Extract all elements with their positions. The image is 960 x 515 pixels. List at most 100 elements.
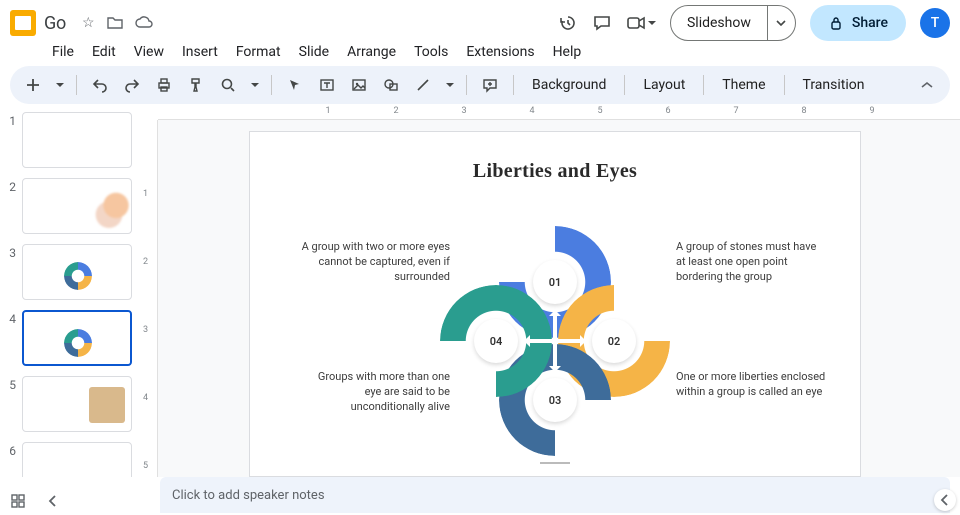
ruler-tick: 5 bbox=[597, 106, 602, 116]
hub-01[interactable]: 01 bbox=[533, 260, 577, 304]
line-dropdown[interactable] bbox=[442, 72, 456, 98]
ruler-tick: 6 bbox=[665, 106, 670, 116]
menu-insert[interactable]: Insert bbox=[174, 42, 226, 62]
caption-bottom-left[interactable]: Groups with more than one eye are said t… bbox=[300, 370, 450, 415]
slide-index: 2 bbox=[6, 178, 16, 234]
slide-thumbnail bbox=[22, 244, 132, 300]
collapse-filmstrip-icon[interactable] bbox=[48, 493, 58, 509]
menu-help[interactable]: Help bbox=[545, 42, 590, 62]
undo-button[interactable] bbox=[87, 72, 113, 98]
comments-icon[interactable] bbox=[592, 13, 612, 33]
menu-bar: File Edit View Insert Format Slide Arran… bbox=[0, 42, 960, 66]
move-icon[interactable] bbox=[107, 15, 123, 31]
redo-button[interactable] bbox=[119, 72, 145, 98]
page-indicator bbox=[540, 462, 570, 464]
diagram[interactable]: 01 02 03 04 bbox=[440, 226, 670, 456]
title-quick-actions: ☆ bbox=[82, 15, 153, 31]
menu-extensions[interactable]: Extensions bbox=[458, 42, 542, 62]
comment-insert-button[interactable] bbox=[477, 72, 503, 98]
menu-file[interactable]: File bbox=[44, 42, 82, 62]
star-icon[interactable]: ☆ bbox=[82, 15, 95, 31]
layout-button[interactable]: Layout bbox=[635, 77, 693, 93]
speaker-notes[interactable]: Click to add speaker notes bbox=[160, 477, 950, 513]
filmstrip-slide-5[interactable]: 5 bbox=[6, 376, 132, 432]
slide-index: 6 bbox=[6, 442, 16, 477]
meet-icon[interactable] bbox=[626, 15, 656, 31]
hub-04[interactable]: 04 bbox=[474, 319, 518, 363]
background-button[interactable]: Background bbox=[524, 77, 614, 93]
filmstrip-slide-1[interactable]: 1 bbox=[6, 112, 132, 168]
menu-view[interactable]: View bbox=[126, 42, 172, 62]
ruler-tick: 3 bbox=[461, 106, 466, 116]
filmstrip-slide-6[interactable]: 6 bbox=[6, 442, 132, 477]
ruler-tick: 4 bbox=[143, 393, 148, 403]
filmstrip: 1 2 3 4 5 6 bbox=[0, 104, 138, 477]
filmstrip-slide-4[interactable]: 4 bbox=[6, 310, 132, 366]
account-avatar[interactable]: T bbox=[920, 8, 950, 38]
workspace: 1 2 3 4 5 6 1 2 3 4 5 6 bbox=[0, 104, 960, 477]
transition-button[interactable]: Transition bbox=[795, 77, 873, 93]
line-tool[interactable] bbox=[410, 72, 436, 98]
slide-index: 4 bbox=[6, 310, 16, 366]
share-label: Share bbox=[852, 15, 888, 31]
ruler-tick: 4 bbox=[529, 106, 534, 116]
menu-format[interactable]: Format bbox=[228, 42, 289, 62]
document-title[interactable]: Go bbox=[44, 13, 70, 34]
share-button[interactable]: Share bbox=[810, 5, 906, 41]
slideshow-button-group: Slideshow bbox=[670, 5, 796, 41]
slide-canvas[interactable]: Liberties and Eyes A group with two or m… bbox=[250, 132, 860, 476]
ruler-tick: 8 bbox=[801, 106, 806, 116]
app-header: Go ☆ Slideshow Share T bbox=[0, 0, 960, 42]
filmstrip-slide-3[interactable]: 3 bbox=[6, 244, 132, 300]
toolbar-separator bbox=[466, 75, 467, 95]
caption-top-left[interactable]: A group with two or more eyes cannot be … bbox=[300, 240, 450, 285]
caption-bottom-right[interactable]: One or more liberties enclosed within a … bbox=[676, 370, 826, 400]
ruler-horizontal: 1 2 3 4 5 6 7 8 9 bbox=[158, 104, 960, 120]
ruler-tick: 1 bbox=[325, 106, 330, 116]
toolbar-separator bbox=[703, 75, 704, 95]
lock-icon bbox=[828, 15, 844, 31]
slideshow-dropdown[interactable] bbox=[767, 6, 795, 40]
new-slide-dropdown[interactable] bbox=[52, 72, 66, 98]
grid-view-icon[interactable] bbox=[10, 493, 26, 509]
zoom-dropdown[interactable] bbox=[247, 72, 261, 98]
menu-edit[interactable]: Edit bbox=[84, 42, 124, 62]
history-icon[interactable] bbox=[558, 13, 578, 33]
ruler-tick: 7 bbox=[733, 106, 738, 116]
menu-arrange[interactable]: Arrange bbox=[339, 42, 404, 62]
ruler-tick: 2 bbox=[393, 106, 398, 116]
new-slide-button[interactable] bbox=[20, 72, 46, 98]
shape-tool[interactable] bbox=[378, 72, 404, 98]
toolbar-separator bbox=[76, 75, 77, 95]
toolbar-separator bbox=[624, 75, 625, 95]
hub-02[interactable]: 02 bbox=[592, 319, 636, 363]
ruler-tick: 5 bbox=[143, 461, 148, 471]
canvas: 1 2 3 4 5 6 7 8 9 1 2 3 4 5 Liberties an… bbox=[138, 104, 960, 477]
select-tool[interactable] bbox=[282, 72, 308, 98]
hub-03[interactable]: 03 bbox=[533, 378, 577, 422]
paint-format-button[interactable] bbox=[183, 72, 209, 98]
toolbar-separator bbox=[513, 75, 514, 95]
textbox-tool[interactable] bbox=[314, 72, 340, 98]
stage[interactable]: Liberties and Eyes A group with two or m… bbox=[158, 120, 960, 477]
slideshow-button[interactable]: Slideshow bbox=[671, 6, 767, 40]
ruler-vertical: 1 2 3 4 5 bbox=[138, 120, 158, 477]
image-tool[interactable] bbox=[346, 72, 372, 98]
slide-thumbnail bbox=[22, 310, 132, 366]
slide-index: 5 bbox=[6, 376, 16, 432]
caption-top-right[interactable]: A group of stones must have at least one… bbox=[676, 240, 826, 285]
zoom-button[interactable] bbox=[215, 72, 241, 98]
menu-tools[interactable]: Tools bbox=[406, 42, 456, 62]
menu-slide[interactable]: Slide bbox=[291, 42, 337, 62]
slide-title[interactable]: Liberties and Eyes bbox=[250, 132, 860, 183]
slide-thumbnail bbox=[22, 178, 132, 234]
filmstrip-slide-2[interactable]: 2 bbox=[6, 178, 132, 234]
ruler-tick: 9 bbox=[869, 106, 874, 116]
collapse-toolbar-button[interactable] bbox=[914, 72, 940, 98]
cloud-status-icon[interactable] bbox=[135, 15, 153, 31]
print-button[interactable] bbox=[151, 72, 177, 98]
explore-button[interactable] bbox=[934, 489, 956, 511]
theme-button[interactable]: Theme bbox=[714, 77, 773, 93]
ruler-tick: 3 bbox=[143, 325, 148, 335]
ruler-tick: 2 bbox=[143, 257, 148, 267]
